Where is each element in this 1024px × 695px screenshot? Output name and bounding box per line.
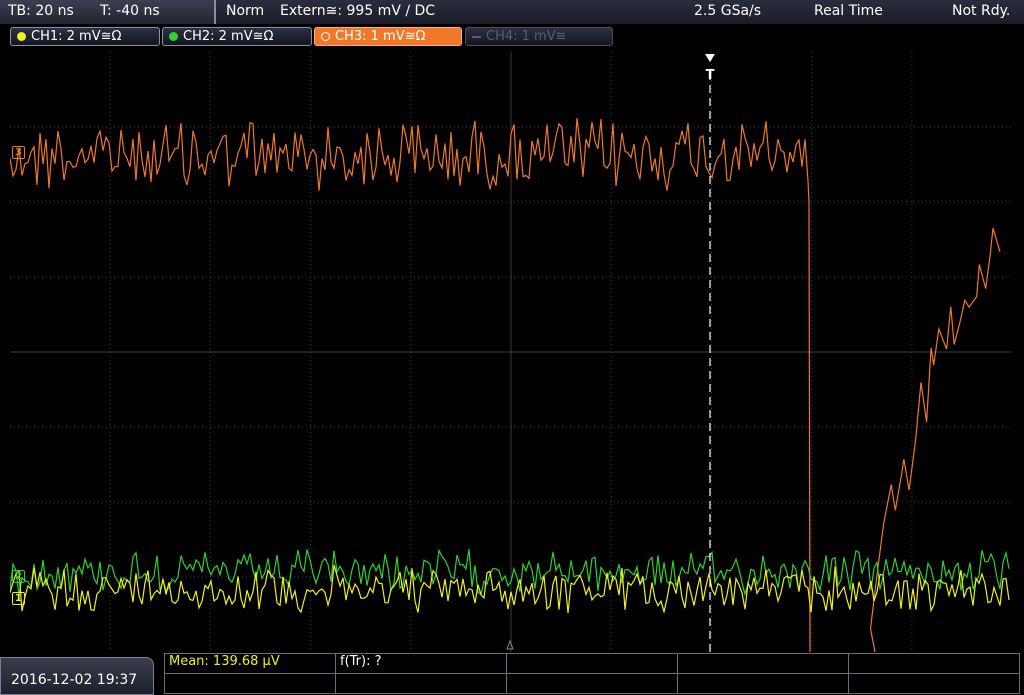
trigger-marker-label: T	[706, 68, 715, 83]
measurement-cell-9[interactable]	[677, 673, 849, 694]
measurement-cell-8[interactable]	[506, 673, 678, 694]
channel-1-button[interactable]: CH1: 2 mV≅Ω	[10, 27, 160, 46]
sample-rate-readout: 2.5 GSa/s	[694, 3, 762, 19]
channel-4-off-icon	[472, 36, 481, 38]
measurement-cell-4[interactable]	[677, 653, 849, 674]
channel-2-label: CH2: 2 mV≅Ω	[183, 29, 274, 44]
mean-readout: Mean: 139.68 µV	[169, 654, 280, 669]
channel-3-ground-marker[interactable]: 3	[12, 146, 25, 159]
measurement-cell-3[interactable]	[506, 653, 678, 674]
timebase-panel[interactable]: TB: 20 ns T: -40 ns	[0, 0, 216, 24]
status-bar: TB: 20 ns T: -40 ns Norm Extern≅: 995 mV…	[0, 0, 1024, 24]
trigger-position-icon[interactable]	[705, 54, 715, 62]
frequency-readout: f(Tr): ?	[340, 654, 382, 669]
footer: 2016-12-02 19:37 Mean: 139.68 µV f(Tr): …	[0, 653, 1024, 695]
horizontal-center-icon	[506, 639, 514, 650]
measurement-table[interactable]: Mean: 139.68 µV f(Tr): ?	[164, 653, 1024, 695]
acquisition-panel[interactable]: Norm Extern≅: 995 mV ∕ DC 2.5 GSa/s Real…	[216, 0, 1024, 24]
datetime-readout: 2016-12-02 19:37	[11, 672, 138, 688]
channel-4-button[interactable]: CH4: 1 mV≅	[465, 27, 613, 46]
trigger-status-readout: Not Rdy.	[952, 3, 1011, 19]
measurement-cell-5[interactable]	[848, 653, 1020, 674]
measurement-cell-10[interactable]	[848, 673, 1020, 694]
channel-bar: CH1: 2 mV≅Ω CH2: 2 mV≅Ω CH3: 1 mV≅Ω CH4:…	[0, 24, 1024, 48]
channel-3-indicator-icon	[321, 32, 330, 41]
trigger-offset-readout: T: -40 ns	[100, 3, 160, 19]
timebase-readout: TB: 20 ns	[8, 3, 74, 19]
datetime-panel: 2016-12-02 19:37	[0, 657, 154, 695]
channel-2-button[interactable]: CH2: 2 mV≅Ω	[162, 27, 312, 46]
measurement-cell-7[interactable]	[335, 673, 507, 694]
channel-1-indicator-icon	[17, 32, 26, 41]
channel-1-label: CH1: 2 mV≅Ω	[31, 29, 122, 44]
measurement-cell-6[interactable]	[164, 673, 336, 694]
acquisition-mode-readout: Real Time	[814, 3, 883, 19]
trigger-source-readout: Extern≅: 995 mV ∕ DC	[280, 3, 436, 19]
channel-4-label: CH4: 1 mV≅	[486, 29, 567, 44]
channel-3-button[interactable]: CH3: 1 mV≅Ω	[314, 27, 462, 46]
trigger-mode-readout: Norm	[226, 3, 265, 19]
channel-2-ground-marker[interactable]: 2	[12, 570, 25, 583]
waveform-display[interactable]: T	[10, 52, 1012, 652]
channel-2-indicator-icon	[169, 32, 178, 41]
channel-2-trace	[10, 548, 1010, 597]
channel-3-label: CH3: 1 mV≅Ω	[335, 29, 426, 44]
channel-1-ground-marker[interactable]: 1	[12, 592, 25, 605]
